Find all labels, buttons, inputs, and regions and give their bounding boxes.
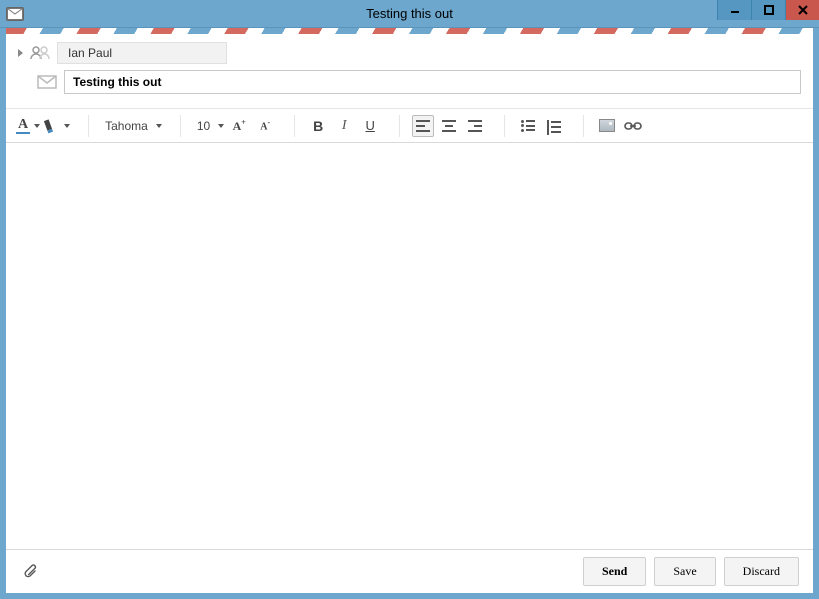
bold-glyph: B [313, 118, 323, 134]
recipient-chip[interactable]: Ian Paul [57, 42, 227, 64]
subject-row [36, 70, 801, 94]
subject-input[interactable] [64, 70, 801, 94]
chevron-down-icon [218, 124, 224, 128]
insert-image-button[interactable] [596, 115, 618, 137]
chevron-down-icon [34, 124, 40, 128]
paperclip-icon [22, 564, 40, 580]
bottom-bar: Send Save Discard [6, 549, 813, 593]
align-right-icon [468, 120, 482, 132]
save-button[interactable]: Save [654, 557, 715, 586]
discard-button[interactable]: Discard [724, 557, 799, 586]
underline-button[interactable]: U [359, 115, 381, 137]
increase-font-glyph: A [233, 119, 242, 133]
close-button[interactable] [785, 0, 819, 20]
underline-glyph: U [365, 118, 374, 133]
numbered-list-icon [547, 120, 561, 132]
message-body[interactable] [6, 143, 813, 549]
minimize-button[interactable] [717, 0, 751, 20]
window-title: Testing this out [0, 6, 819, 21]
link-icon [624, 121, 642, 131]
titlebar: Testing this out [0, 0, 819, 28]
attach-button[interactable] [20, 561, 42, 583]
font-size-label: 10 [193, 119, 214, 133]
image-icon [599, 119, 615, 132]
insert-link-button[interactable] [622, 115, 644, 137]
font-family-dropdown[interactable]: Tahoma [101, 115, 162, 137]
italic-glyph: I [342, 118, 347, 134]
window-body: Ian Paul A Tahoma [0, 28, 819, 599]
bullet-list-button[interactable] [517, 115, 539, 137]
format-toolbar: A Tahoma 10 A+ A- [6, 109, 813, 143]
chevron-down-icon [156, 124, 162, 128]
send-button[interactable]: Send [583, 557, 646, 586]
highlight-button[interactable] [44, 115, 70, 137]
increase-font-button[interactable]: A+ [228, 115, 250, 137]
chevron-down-icon [64, 124, 70, 128]
recipients-row: Ian Paul [18, 42, 801, 64]
highlighter-icon [42, 117, 60, 135]
increase-font-sup: + [241, 118, 246, 127]
recipients-icon [29, 46, 51, 60]
expand-recipients-toggle[interactable] [18, 49, 23, 57]
align-left-button[interactable] [412, 115, 434, 137]
align-center-button[interactable] [438, 115, 460, 137]
compose-header: Ian Paul [6, 34, 813, 109]
bold-button[interactable]: B [307, 115, 329, 137]
align-right-button[interactable] [464, 115, 486, 137]
window-controls [717, 0, 819, 20]
font-name-label: Tahoma [101, 119, 152, 133]
envelope-icon [36, 75, 58, 89]
numbered-list-button[interactable] [543, 115, 565, 137]
font-size-dropdown[interactable]: 10 [193, 115, 224, 137]
decrease-font-button[interactable]: A- [254, 115, 276, 137]
italic-button[interactable]: I [333, 115, 355, 137]
font-color-button[interactable]: A [16, 115, 40, 137]
align-center-icon [442, 120, 456, 132]
font-color-glyph: A [16, 118, 30, 134]
bullet-list-icon [521, 120, 535, 132]
decrease-font-sup: - [267, 118, 270, 127]
maximize-button[interactable] [751, 0, 785, 20]
align-left-icon [416, 120, 430, 132]
